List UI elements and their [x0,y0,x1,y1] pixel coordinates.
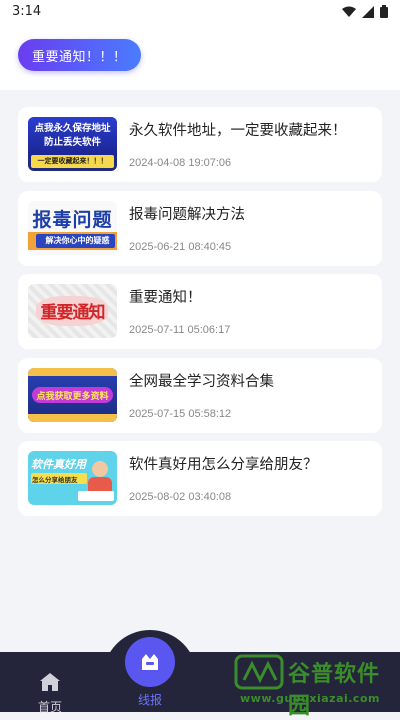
watermark-logo-icon [234,654,284,690]
wifi-icon [342,6,356,17]
article-list: 点我永久保存地址 防止丢失软件 一定要收藏起来！！！ 永久软件地址，一定要收藏起… [18,107,382,525]
important-notice-button[interactable]: 重要通知！！！ [18,39,141,71]
signal-icon [362,5,374,18]
article-card[interactable]: 软件真好用 怎么分享给朋友 软件真好用怎么分享给朋友？ 2025-08-02 0… [18,441,382,516]
article-title: 永久软件地址，一定要收藏起来！ [129,123,347,139]
article-card[interactable]: 点我永久保存地址 防止丢失软件 一定要收藏起来！！！ 永久软件地址，一定要收藏起… [18,107,382,182]
article-title: 全网最全学习资料合集 [129,373,274,390]
article-time: 2025-08-02 03:40:08 [129,491,232,503]
tab-home-label: 首页 [37,700,62,714]
home-icon [40,673,60,691]
article-title: 软件真好用怎么分享给朋友？ [129,457,318,473]
article-thumbnail: 点我永久保存地址 防止丢失软件 一定要收藏起来！！！ [28,117,117,171]
article-thumbnail: 重要通知 [28,284,117,338]
watermark-url: www.gupuxiazai.com [240,692,380,705]
news-icon [142,654,158,670]
site-watermark: 谷普软件园 www.gupuxiazai.com [234,654,394,719]
article-time: 2025-07-15 05:58:12 [129,407,232,420]
article-time: 2025-06-21 08:40:45 [129,240,232,253]
status-icons [342,5,388,18]
article-thumbnail: 软件真好用 怎么分享给朋友 [28,451,117,505]
article-thumbnail: 点我获取更多资料 [28,367,117,422]
watermark-title: 谷普软件园 [288,662,381,719]
header: 重要通知！！！ [0,26,400,90]
status-time: 3:14 [12,4,42,19]
important-notice-label: 重要通知！！！ [32,49,127,65]
battery-icon [380,5,388,18]
article-title: 报毒问题解决方法 [129,206,245,223]
article-time: 2024-04-08 19:07:06 [129,157,232,169]
article-card[interactable]: 重要通知 重要通知！ 2025-07-11 05:06:17 [18,274,382,349]
article-title: 重要通知！ [129,290,202,306]
status-bar: 3:14 [0,0,400,26]
article-time: 2025-07-11 05:06:17 [129,324,231,336]
article-card[interactable]: 报毒问题 解决你心中的疑惑 报毒问题解决方法 2025-06-21 08:40:… [18,190,382,266]
tab-home[interactable]: 首页 [20,672,80,715]
tab-news[interactable] [125,637,175,687]
article-card[interactable]: 点我获取更多资料 全网最全学习资料合集 2025-07-15 05:58:12 [18,357,382,433]
article-thumbnail: 报毒问题 解决你心中的疑惑 [28,200,117,255]
tab-news-label: 线报 [137,693,162,707]
